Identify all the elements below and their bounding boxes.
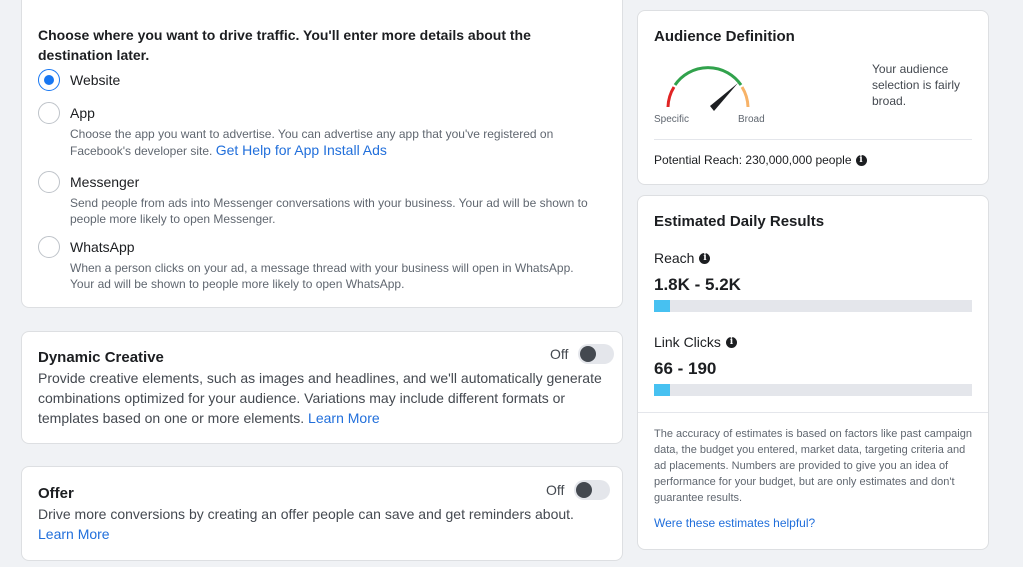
dynamic-creative-card: Dynamic Creative Off Provide creative el…: [21, 331, 623, 444]
reach-bar-fill: [654, 300, 670, 312]
link-clicks-bar-fill: [654, 384, 670, 396]
audience-definition-card: Audience Definition Specific Broad Your …: [637, 10, 989, 185]
dynamic-creative-toggle[interactable]: [578, 344, 614, 364]
offer-learn-more-link[interactable]: Learn More: [38, 526, 110, 542]
option-website-label: Website: [70, 72, 121, 88]
radio-messenger[interactable]: [38, 171, 60, 193]
info-icon[interactable]: i: [855, 154, 867, 166]
dynamic-creative-description: Provide creative elements, such as image…: [38, 370, 602, 426]
divider: [654, 139, 972, 140]
option-app-label: App: [70, 105, 95, 121]
option-whatsapp-label: WhatsApp: [70, 239, 135, 255]
info-icon[interactable]: i: [725, 336, 737, 348]
link-clicks-metric-label: Link Clicks i: [654, 334, 737, 350]
radio-whatsapp[interactable]: [38, 236, 60, 258]
potential-reach-text: Potential Reach: 230,000,000 people: [654, 153, 852, 167]
estimates-title: Estimated Daily Results: [654, 213, 825, 230]
link-clicks-value: 66 - 190: [654, 359, 717, 378]
gauge-broad-label: Broad: [738, 114, 765, 125]
info-icon[interactable]: i: [699, 252, 711, 264]
reach-value: 1.8K - 5.2K: [654, 275, 741, 294]
option-messenger-label: Messenger: [70, 174, 140, 190]
gauge-specific-label: Specific: [654, 114, 690, 125]
option-app-description: Choose the app you want to advertise. Yo…: [70, 127, 554, 158]
offer-card: Offer Off Drive more conversions by crea…: [21, 466, 623, 561]
reach-bar: [654, 300, 972, 312]
estimates-helpful-link[interactable]: Were these estimates helpful?: [654, 516, 815, 530]
traffic-title: Choose where you want to drive traffic. …: [38, 27, 531, 63]
dynamic-creative-toggle-label: Off: [550, 346, 569, 362]
offer-toggle-label: Off: [546, 482, 565, 498]
dynamic-creative-learn-more-link[interactable]: Learn More: [308, 410, 380, 426]
option-messenger-description: Send people from ads into Messenger conv…: [70, 196, 588, 226]
link-clicks-label: Link Clicks: [654, 334, 721, 350]
estimated-daily-results-card: Estimated Daily Results Reach i 1.8K - 5…: [637, 195, 989, 550]
offer-description: Drive more conversions by creating an of…: [38, 506, 574, 542]
offer-title: Offer: [38, 485, 74, 502]
reach-label: Reach: [654, 250, 695, 266]
link-clicks-bar: [654, 384, 972, 396]
potential-reach: Potential Reach: 230,000,000 people i: [654, 153, 867, 167]
radio-app[interactable]: [38, 102, 60, 124]
traffic-destination-card: Choose where you want to drive traffic. …: [21, 0, 623, 308]
divider: [638, 412, 988, 413]
app-install-help-link[interactable]: Get Help for App Install Ads: [216, 142, 387, 158]
option-whatsapp-description: When a person clicks on your ad, a messa…: [70, 261, 574, 291]
gauge-icon: [666, 66, 750, 111]
reach-metric-label: Reach i: [654, 250, 711, 266]
radio-website[interactable]: [38, 69, 60, 91]
estimates-disclaimer: The accuracy of estimates is based on fa…: [654, 428, 972, 504]
audience-definition-title: Audience Definition: [654, 28, 795, 45]
audience-description: Your audience selection is fairly broad.: [872, 62, 961, 108]
offer-toggle[interactable]: [574, 480, 610, 500]
dynamic-creative-title: Dynamic Creative: [38, 349, 164, 366]
